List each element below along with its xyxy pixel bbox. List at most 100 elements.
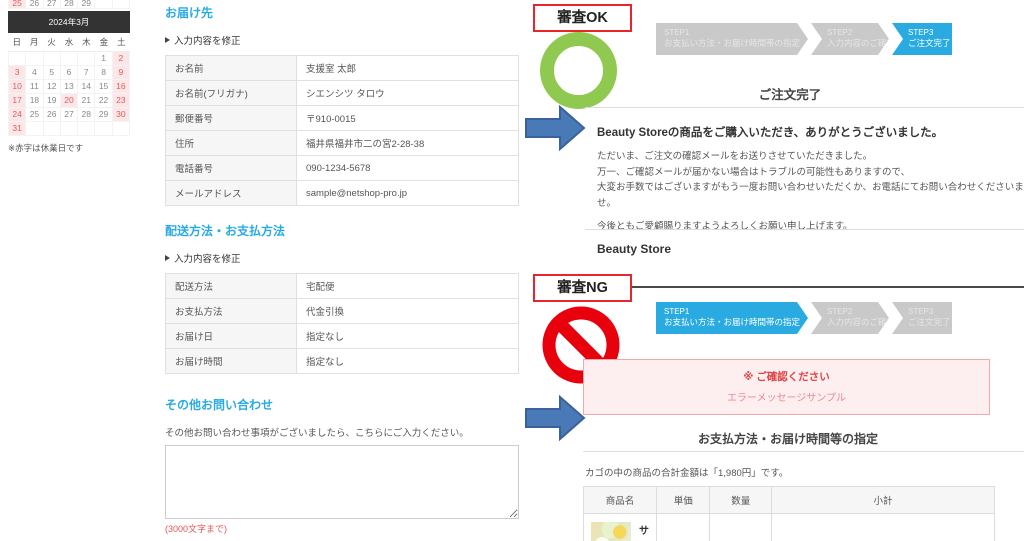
calendar-day: 20 xyxy=(60,94,79,108)
step-2: STEP2 入力内容のご確認 xyxy=(811,23,889,55)
calendar-day: 19 xyxy=(43,94,61,108)
calendar-weekday: 金 xyxy=(99,37,109,47)
field-value: シエンシツ タロウ xyxy=(296,80,519,106)
field-value: 代金引換 xyxy=(296,298,519,324)
cart-column-header: 数量 xyxy=(709,486,773,514)
table-row: お届け日 指定なし xyxy=(165,323,519,349)
cart-column-header: 商品名 xyxy=(583,486,657,514)
table-row: メールアドレス sample@netshop-pro.jp xyxy=(165,180,519,206)
shipping-section-title: お届け先 xyxy=(165,6,214,20)
step-number: STEP2 xyxy=(827,307,853,316)
inquiry-description: その他お問い合わせ事項がございましたら、こちらにご入力ください。 xyxy=(165,428,469,439)
field-label: お届け時間 xyxy=(165,348,297,374)
calendar-day xyxy=(60,52,79,66)
calendar-day xyxy=(26,52,44,66)
calendar-day: 22 xyxy=(95,94,113,108)
calendar-day: 25 xyxy=(9,0,27,9)
calendar-day xyxy=(43,122,61,136)
payment-edit-link[interactable]: 入力内容を修正 xyxy=(165,251,519,265)
field-value: 指定なし xyxy=(296,323,519,349)
calendar-day xyxy=(26,122,44,136)
divider xyxy=(585,107,1024,108)
calendar-weekday: 土 xyxy=(117,37,126,47)
calendar-holiday-note: ※赤字は休業日です xyxy=(8,143,84,153)
product-name: サンプル商品 xyxy=(639,526,649,537)
calendar-day: 1 xyxy=(95,52,113,66)
closing-line: 今後ともご愛顧賜りますようよろしくお願い申し上げます。 xyxy=(597,220,853,232)
calendar-day xyxy=(112,122,130,136)
field-value: 支援室 太郎 xyxy=(296,55,519,81)
ng-progress-steps: STEP1 お支払い方法・お届け時間帯の指定 STEP2 入力内容のご確認 ST… xyxy=(656,302,952,334)
cart-table: 商品名単価数量小計 サンプル商品 ※ポイント付与対象外商品 1,980円 1 xyxy=(583,486,995,541)
section-divider-line xyxy=(630,286,1024,288)
inquiry-section-title: その他お問い合わせ xyxy=(165,398,274,412)
message-line: 大変お手数ではございますがもう一度お問い合わせいただくか、お電話にてお問い合わせ… xyxy=(597,182,1024,210)
calendar-grid: 1 2 3 4 5 6 7 8 9 10 11 12 13 14 15 16 17 18 19 20 21 22 23 24 2… xyxy=(8,52,130,136)
calendar-day: 24 xyxy=(9,108,27,122)
calendar-day xyxy=(9,52,27,66)
error-message-box: ※ ご確認ください エラーメッセージサンプル xyxy=(583,359,990,415)
calendar-day: 6 xyxy=(60,66,79,80)
calendar-weekday: 火 xyxy=(47,37,56,47)
table-row: お名前(フリガナ) シエンシツ タロウ xyxy=(165,80,519,106)
step-1: STEP1 お支払い方法・お届け時間帯の指定 xyxy=(656,23,808,55)
calendar-day: 10 xyxy=(9,80,27,94)
step-label: お支払い方法・お届け時間帯の指定 xyxy=(664,38,801,48)
arrow-right-icon xyxy=(165,37,170,43)
calendar-day xyxy=(43,52,61,66)
calendar-day: 14 xyxy=(78,80,96,94)
inquiry-char-limit: (3000文字まで) xyxy=(165,524,228,534)
divider xyxy=(583,451,1024,452)
thanks-message-body: ただいま、ご注文の確認メールをお送りさせていただきました。 万一、ご確認メールが届… xyxy=(597,149,1024,234)
divider xyxy=(585,229,1024,230)
step-number: STEP2 xyxy=(827,28,853,37)
blue-arrow-icon xyxy=(525,394,586,442)
calendar-day: 3 xyxy=(9,66,27,80)
cart-product-row: サンプル商品 ※ポイント付与対象外商品 1,980円 1 1,980円 xyxy=(583,513,995,541)
field-label: お名前(フリガナ) xyxy=(165,80,297,106)
field-label: 電話番号 xyxy=(165,155,297,181)
payment-info-table: 配送方法 宅配便 お支払方法 代金引換 お届け日 指定なし お届け時間 指定なし xyxy=(165,273,519,374)
field-label: お届け日 xyxy=(165,323,297,349)
error-message: エラーメッセージサンプル xyxy=(726,393,847,404)
review-ng-badge: 審査NG xyxy=(533,274,632,302)
field-value: 福井県福井市二の宮2-28-38 xyxy=(296,130,519,156)
review-ok-badge: 審査OK xyxy=(533,4,632,32)
calendar-day xyxy=(78,122,96,136)
field-value: sample@netshop-pro.jp xyxy=(296,180,519,206)
calendar-day: 7 xyxy=(78,66,96,80)
edit-link-label: 入力内容を修正 xyxy=(174,36,241,47)
cart-column-header: 単価 xyxy=(655,486,711,514)
page: 25 26 27 28 29 2024年3月 日月火水木金土 1 2 3 4 5 6 7 8 9 10 11… xyxy=(0,0,1024,541)
cart-header-row: 商品名 単価 数量 小計 xyxy=(583,486,995,514)
calendar-day: 29 xyxy=(95,108,113,122)
payment-section-title: 配送方法・お支払方法 xyxy=(165,224,286,238)
calendar-title: 2024年3月 xyxy=(8,11,130,33)
step-2: STEP2 入力内容のご確認 xyxy=(811,302,889,334)
calendar-day: 8 xyxy=(95,66,113,80)
calendar-day: 26 xyxy=(43,108,61,122)
calendar-day: 23 xyxy=(112,94,130,108)
order-complete-heading: ご注文完了 xyxy=(758,88,822,102)
calendar-day xyxy=(112,0,130,9)
field-label: メールアドレス xyxy=(165,180,297,206)
calendar-weekday: 木 xyxy=(82,37,91,47)
inquiry-textarea[interactable] xyxy=(165,445,519,519)
blue-arrow-icon xyxy=(525,104,586,152)
step-label: ご注文完了 xyxy=(908,38,951,48)
quantity: 1 xyxy=(709,513,773,541)
calendar-day xyxy=(60,122,79,136)
step-number: STEP3 xyxy=(908,28,934,37)
step-label: ご注文完了 xyxy=(908,317,951,327)
table-row: お名前 支援室 太郎 xyxy=(165,55,519,81)
step-number: STEP1 xyxy=(664,28,690,37)
payment-step-heading: お支払方法・お届け時間等の指定 xyxy=(697,432,878,446)
order-confirm-form: お届け先 入力内容を修正 お名前 支援室 太郎 お名前(フリガナ) シエンシツ … xyxy=(165,4,519,541)
store-name: Beauty Store xyxy=(597,242,672,256)
shipping-edit-link[interactable]: 入力内容を修正 xyxy=(165,33,519,47)
table-row: お届け時間 指定なし xyxy=(165,348,519,374)
calendar-day: 15 xyxy=(95,80,113,94)
step-number: STEP3 xyxy=(908,307,934,316)
product-thumbnail xyxy=(591,522,631,541)
field-label: 郵便番号 xyxy=(165,105,297,131)
